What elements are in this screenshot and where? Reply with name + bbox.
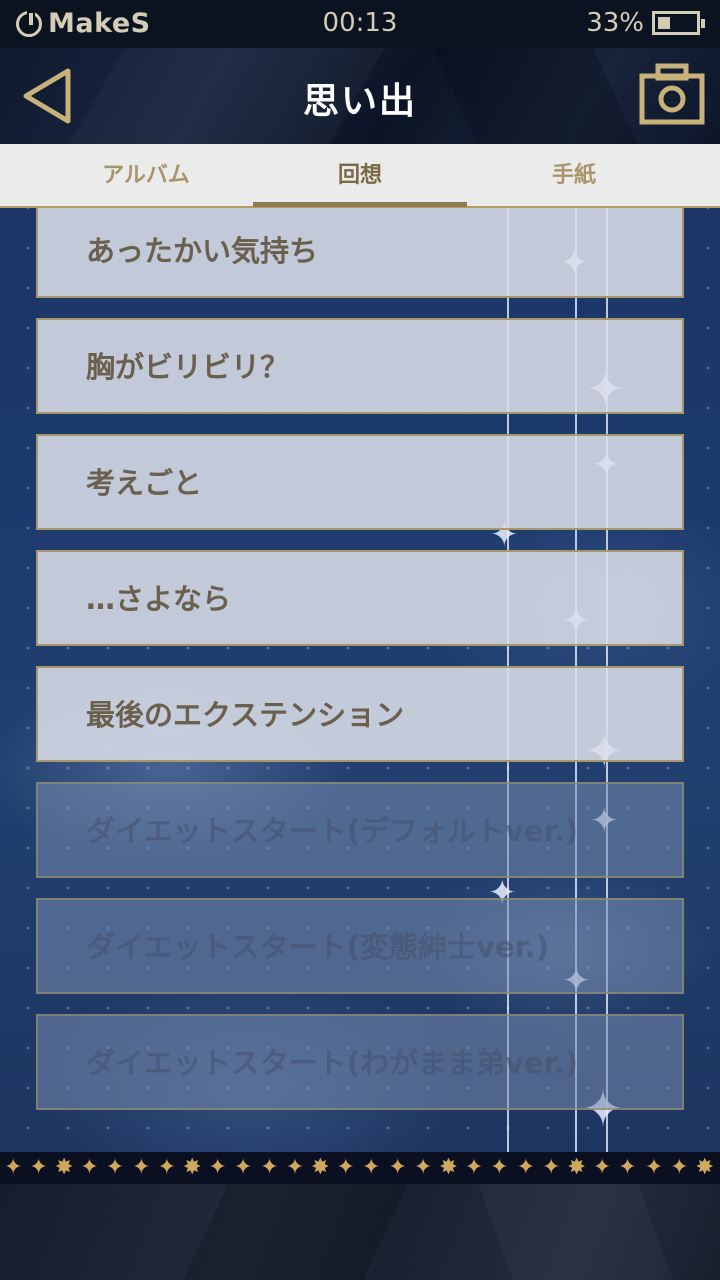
- memory-item[interactable]: 考えごと: [36, 434, 684, 530]
- battery-icon: [652, 11, 705, 35]
- status-bar: MakeS 00:13 33%: [0, 0, 720, 48]
- memory-item[interactable]: 胸がビリビリ？: [36, 318, 684, 414]
- memory-item-label: ダイエットスタート(デフォルトver.): [86, 814, 578, 848]
- memory-item: ダイエットスタート(わがまま弟ver.): [36, 1014, 684, 1110]
- memory-list-area[interactable]: ✦ ✦ ✦ ✦ ✦ ✦ ✦ ✦ ✦ ✦ あったかい気持ち胸がビリビリ？考えごと……: [0, 208, 720, 1152]
- footer-bar: [0, 1184, 720, 1280]
- memory-item[interactable]: 最後のエクステンション: [36, 666, 684, 762]
- active-tab-indicator: [253, 202, 467, 207]
- memory-item-label: 考えごと: [86, 466, 203, 500]
- camera-button[interactable]: [638, 62, 706, 128]
- memory-item-label: 最後のエクステンション: [86, 698, 405, 732]
- battery-percent: 33%: [586, 8, 644, 38]
- tab-letters[interactable]: 手紙: [467, 144, 681, 206]
- memory-item-label: ダイエットスタート(変態紳士ver.): [86, 930, 549, 964]
- star-ribbon: ✦ ✦ ✸ ✦ ✦ ✦ ✦ ✸ ✦ ✦ ✦ ✦ ✸ ✦ ✦ ✦ ✦ ✸ ✦ ✦ ✦ ✦ …: [0, 1152, 720, 1184]
- tab-album[interactable]: アルバム: [39, 144, 253, 206]
- memory-item-label: ダイエットスタート(わがまま弟ver.): [86, 1046, 578, 1080]
- camera-icon: [639, 63, 705, 125]
- battery-fill: [658, 17, 670, 29]
- memory-item[interactable]: あったかい気持ち: [36, 208, 684, 298]
- tab-bar: アルバム 回想 手紙: [0, 144, 720, 208]
- tab-recollection[interactable]: 回想: [253, 144, 467, 206]
- memory-list: あったかい気持ち 胸がビリビリ？ 考えごと …さよなら最後のエクステンションダイエット…: [36, 208, 684, 1130]
- memory-item: ダイエットスタート(変態紳士ver.): [36, 898, 684, 994]
- page-title: 思い出: [302, 81, 417, 122]
- memory-item-label: …さよなら: [86, 582, 232, 616]
- memories-screen: MakeS 00:13 33% 思い出 アルバム 回想 手紙 ✦ ✦ あったかい…: [0, 0, 720, 1280]
- memory-item-label: あったかい気持ち: [86, 234, 319, 268]
- status-right: 33%: [586, 8, 705, 38]
- app-header: 思い出: [0, 48, 720, 144]
- memory-item[interactable]: …さよなら: [36, 550, 684, 646]
- memory-item-label: 胸がビリビリ？: [86, 350, 290, 384]
- memory-item: ダイエットスタート(デフォルトver.): [36, 782, 684, 878]
